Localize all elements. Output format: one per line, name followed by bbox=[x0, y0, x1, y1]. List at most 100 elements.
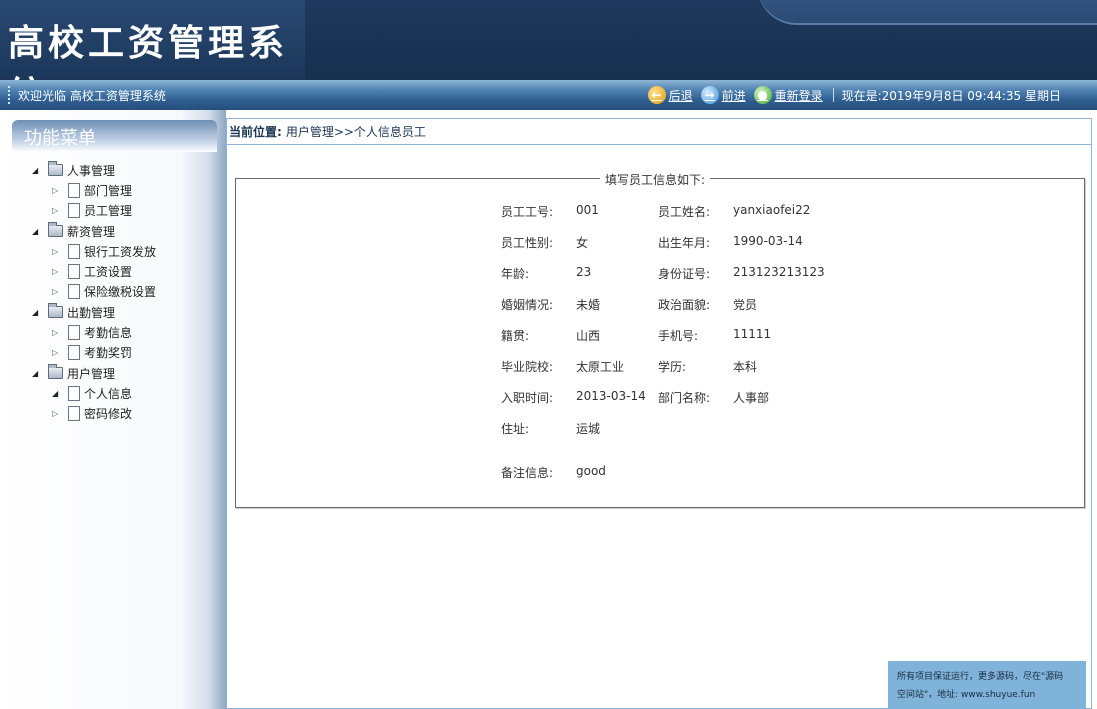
info-row: 入职时间: 2013-03-14 部门名称: 人事部 bbox=[501, 389, 853, 420]
document-icon bbox=[68, 182, 80, 198]
field-label: 部门名称: bbox=[658, 391, 711, 405]
back-button[interactable]: ← 后退 bbox=[647, 86, 693, 104]
collapsed-triangle-icon: ▷ bbox=[52, 348, 59, 358]
folder-icon bbox=[48, 222, 63, 238]
tree-item-label: 员工管理 bbox=[84, 204, 133, 219]
collapsed-triangle-icon: ▷ bbox=[52, 409, 59, 419]
folder-icon bbox=[48, 364, 63, 380]
menu-header: 功能菜单 bbox=[12, 120, 217, 152]
field-value: yanxiaofei22 bbox=[733, 203, 811, 217]
field-label: 员工性别: bbox=[501, 236, 554, 250]
header-decoration bbox=[757, 0, 1097, 25]
expanded-triangle-icon[interactable]: ◢ bbox=[32, 227, 42, 236]
collapsed-triangle-icon: ▷ bbox=[52, 246, 59, 256]
top-navbar: 欢迎光临 高校工资管理系统 ← 后退 → 前进 ● 重新登录 现在是:2019年… bbox=[0, 80, 1097, 110]
expanded-triangle-icon[interactable]: ◢ bbox=[32, 369, 42, 378]
employee-info-grid: 员工工号: 001 员工姓名: yanxiaofei22 员工性别: 女 出生年… bbox=[501, 203, 853, 495]
field-value: 2013-03-14 bbox=[576, 389, 646, 403]
watermark-line: 空间站"，地址: www.shuyue.fun bbox=[897, 690, 1036, 700]
field-value: 001 bbox=[576, 203, 599, 217]
field-value: 23 bbox=[576, 265, 592, 279]
expanded-triangle-icon: ◢ bbox=[52, 388, 59, 398]
employee-info-fieldset: 填写员工信息如下: 员工工号: 001 员工姓名: yanxiaofei22 员… bbox=[235, 171, 1085, 508]
field-label: 籍贯: bbox=[501, 329, 530, 343]
expanded-triangle-icon[interactable]: ◢ bbox=[32, 166, 42, 175]
tree-group-user[interactable]: ◢ 用户管理 bbox=[32, 363, 156, 383]
breadcrumb: 当前位置: 用户管理>>个人信息员工 bbox=[227, 119, 1091, 145]
remark-value: good bbox=[576, 464, 606, 478]
tree-item-dept-manage[interactable]: ▷ 部门管理 bbox=[32, 180, 156, 200]
address-value: 运城 bbox=[576, 422, 601, 436]
field-value: 女 bbox=[576, 236, 589, 250]
welcome-text: 欢迎光临 高校工资管理系统 bbox=[18, 89, 166, 103]
info-row: 毕业院校: 太原工业 学历: 本科 bbox=[501, 358, 853, 389]
document-icon bbox=[68, 243, 80, 259]
document-icon bbox=[68, 385, 80, 401]
field-label: 政治面貌: bbox=[658, 298, 711, 312]
field-label: 员工工号: bbox=[501, 205, 554, 219]
menu-tree: ◢ 人事管理 ▷ 部门管理 ▷ 员工管理 ◢ 薪资管理 ▷ 银行工资发放 ▷ 工… bbox=[32, 160, 156, 424]
tree-item-insurance-tax[interactable]: ▷ 保险缴税设置 bbox=[32, 282, 156, 302]
tree-item-label: 保险缴税设置 bbox=[84, 285, 157, 300]
tree-item-attendance-info[interactable]: ▷ 考勤信息 bbox=[32, 322, 156, 342]
breadcrumb-path: 用户管理>>个人信息员工 bbox=[285, 125, 426, 139]
document-icon bbox=[68, 325, 80, 341]
remark-row: 备注信息: good bbox=[501, 464, 853, 495]
tree-item-bank-payroll[interactable]: ▷ 银行工资发放 bbox=[32, 241, 156, 261]
tree-item-label: 部门管理 bbox=[84, 183, 133, 198]
back-label: 后退 bbox=[668, 88, 693, 103]
document-icon bbox=[68, 345, 80, 361]
address-row: 住址: 运城 bbox=[501, 420, 853, 451]
info-row: 员工工号: 001 员工姓名: yanxiaofei22 bbox=[501, 203, 853, 234]
fieldset-legend: 填写员工信息如下: bbox=[600, 171, 711, 188]
field-label: 身份证号: bbox=[658, 267, 711, 281]
relogin-label: 重新登录 bbox=[774, 88, 823, 103]
field-value: 山西 bbox=[576, 329, 601, 343]
sidebar: 功能菜单 ◢ 人事管理 ▷ 部门管理 ▷ 员工管理 ◢ 薪资管理 ▷ 银行工资发… bbox=[0, 110, 226, 709]
field-label: 入职时间: bbox=[501, 391, 554, 405]
app-title: 高校工资管理系统 bbox=[8, 23, 289, 80]
field-label: 学历: bbox=[658, 360, 687, 374]
field-label: 婚姻情况: bbox=[501, 298, 554, 312]
collapsed-triangle-icon: ▷ bbox=[52, 287, 59, 297]
expanded-triangle-icon[interactable]: ◢ bbox=[32, 308, 42, 317]
field-label: 出生年月: bbox=[658, 236, 711, 250]
tree-item-label: 工资设置 bbox=[84, 265, 133, 280]
tree-group-hr[interactable]: ◢ 人事管理 bbox=[32, 160, 156, 180]
field-label: 年龄: bbox=[501, 267, 530, 281]
forward-arrow-icon: → bbox=[700, 86, 719, 104]
tree-item-attendance-rewards[interactable]: ▷ 考勤奖罚 bbox=[32, 343, 156, 363]
field-value: 11111 bbox=[733, 327, 772, 341]
relogin-button[interactable]: ● 重新登录 bbox=[753, 86, 823, 104]
tree-group-label: 用户管理 bbox=[67, 366, 116, 381]
folder-icon bbox=[48, 161, 63, 177]
remark-label: 备注信息: bbox=[501, 466, 554, 480]
field-value: 人事部 bbox=[733, 391, 770, 405]
tree-group-label: 出勤管理 bbox=[67, 305, 116, 320]
user-icon: ● bbox=[753, 86, 772, 104]
collapsed-triangle-icon: ▷ bbox=[52, 185, 59, 195]
tree-item-label: 考勤信息 bbox=[84, 326, 133, 341]
tree-item-personal-info[interactable]: ◢ 个人信息 bbox=[32, 383, 156, 403]
navbar-divider bbox=[832, 88, 834, 102]
field-value: 本科 bbox=[733, 360, 758, 374]
field-label: 毕业院校: bbox=[501, 360, 554, 374]
field-value: 1990-03-14 bbox=[733, 234, 803, 248]
field-label: 员工姓名: bbox=[658, 205, 711, 219]
field-value: 未婚 bbox=[576, 298, 601, 312]
tree-item-label: 银行工资发放 bbox=[84, 244, 157, 259]
tree-item-employee-manage[interactable]: ▷ 员工管理 bbox=[32, 201, 156, 221]
field-value: 213123213123 bbox=[733, 265, 825, 279]
tree-item-salary-settings[interactable]: ▷ 工资设置 bbox=[32, 261, 156, 281]
source-watermark: 所有项目保证运行，更多源码，尽在"源码 空间站"，地址: www.shuyue.… bbox=[888, 661, 1086, 709]
main-content: 当前位置: 用户管理>>个人信息员工 填写员工信息如下: 员工工号: 001 员… bbox=[226, 118, 1092, 709]
forward-button[interactable]: → 前进 bbox=[700, 86, 746, 104]
tree-item-password-change[interactable]: ▷ 密码修改 bbox=[32, 404, 156, 424]
document-icon bbox=[68, 284, 80, 300]
watermark-line: 所有项目保证运行，更多源码，尽在"源码 bbox=[897, 672, 1064, 682]
back-arrow-icon: ← bbox=[647, 86, 666, 104]
tree-group-attendance[interactable]: ◢ 出勤管理 bbox=[32, 302, 156, 322]
tree-group-label: 薪资管理 bbox=[67, 224, 116, 239]
app-header: 高校工资管理系统 bbox=[0, 0, 1097, 80]
tree-group-salary[interactable]: ◢ 薪资管理 bbox=[32, 221, 156, 241]
